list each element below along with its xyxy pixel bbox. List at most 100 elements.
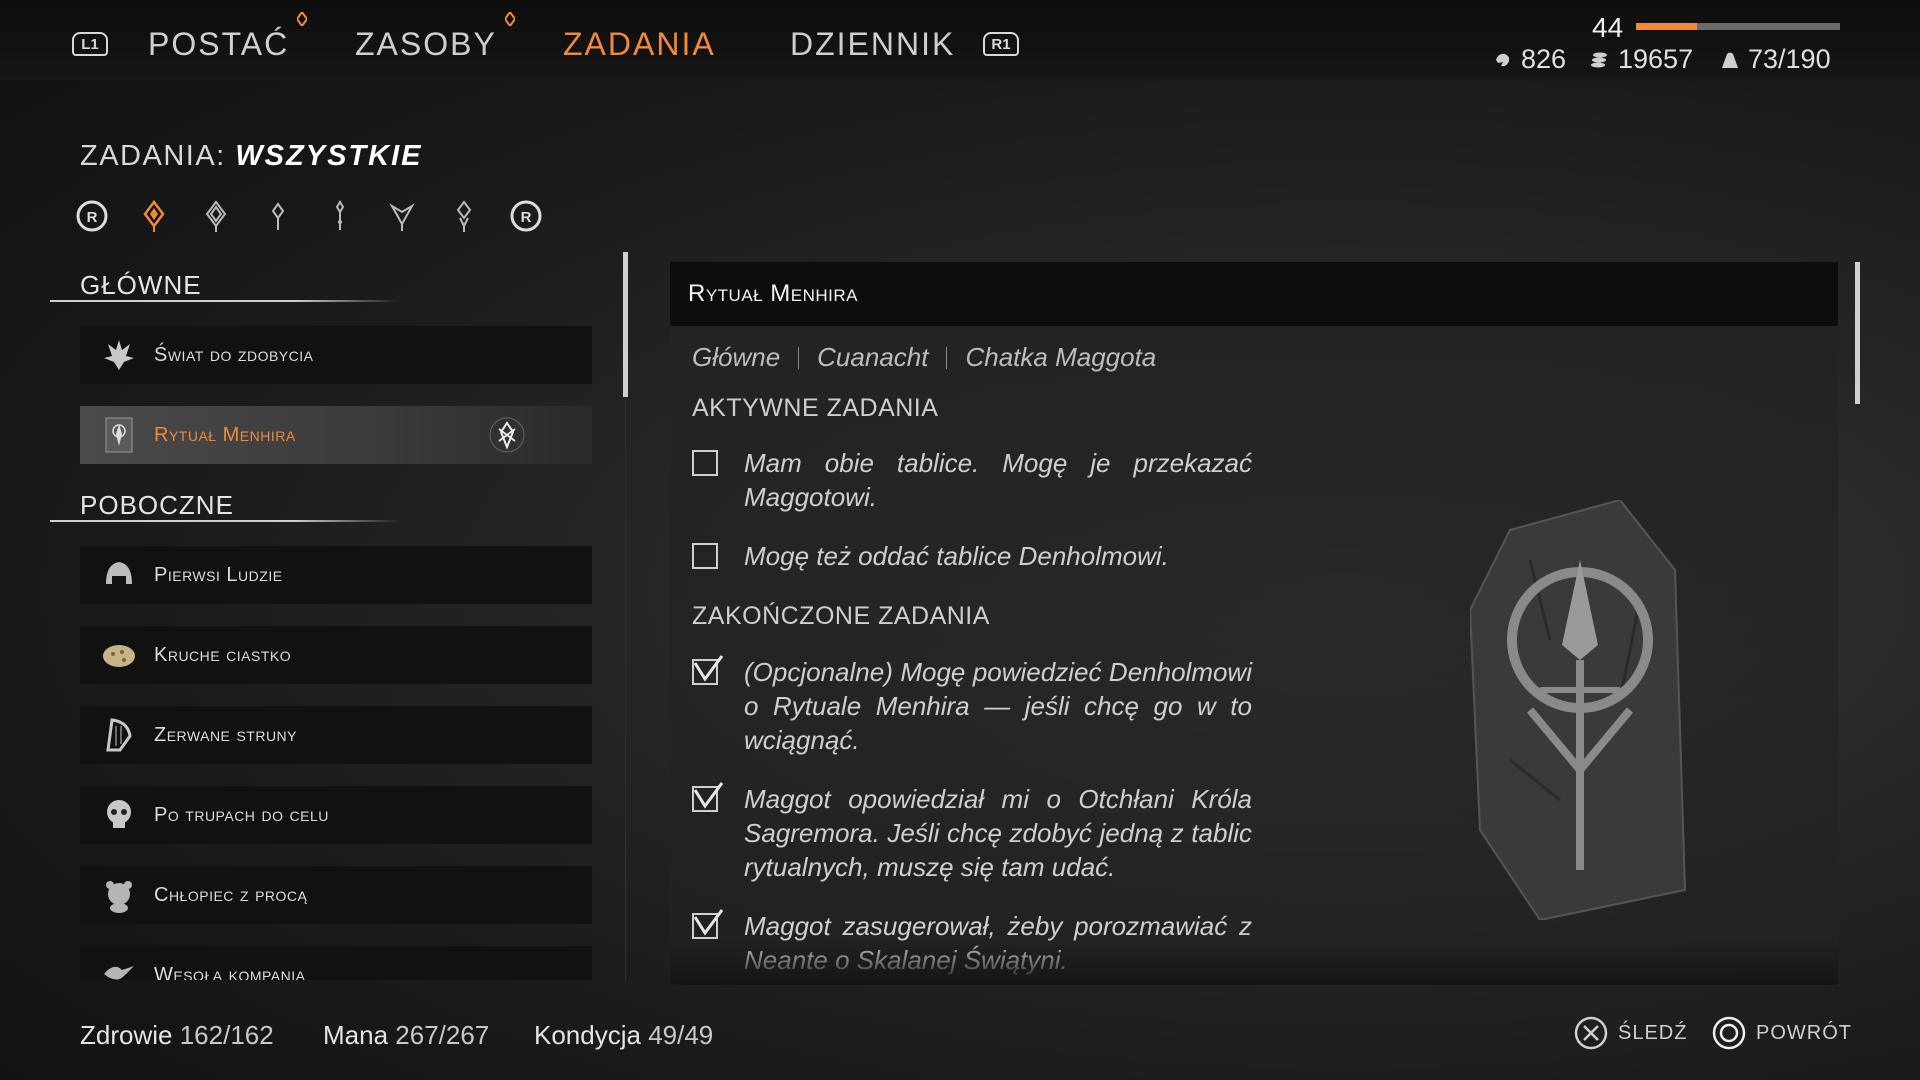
filter-next-button[interactable]: R: [506, 196, 546, 236]
rotate-left-icon: R: [76, 200, 108, 232]
quest-label: Pierwsi Ludzie: [154, 563, 283, 586]
quest-detail-scrollbar[interactable]: [1855, 262, 1860, 404]
bear-icon: [98, 874, 140, 916]
filter-contracts-icon: [335, 200, 345, 230]
task-item: Maggot opowiedział mi o Otchłani Króla S…: [692, 782, 1252, 884]
quest-label: Świat do zdobycia: [154, 343, 314, 366]
task-text: Mogę też oddać tablice Denholmowi.: [744, 541, 1169, 571]
l1-button-hint[interactable]: L1: [72, 32, 108, 56]
notification-icon: [297, 12, 308, 26]
active-tasks-header: AKTYWNE ZADANIA: [692, 394, 939, 422]
completed-tasks-header: ZAKOŃCZONE ZADANIA: [692, 602, 990, 630]
player-level: 44: [1592, 12, 1624, 43]
filter-side[interactable]: [258, 196, 298, 236]
health-value: 162/162: [179, 1020, 274, 1050]
crumb-location: Chatka Maggota: [965, 342, 1157, 372]
rotate-right-icon: R: [510, 200, 542, 232]
task-text: (Opcjonalne) Mogę powiedzieć Denholmowi …: [744, 657, 1252, 755]
quest-item[interactable]: Świat do zdobycia: [80, 326, 592, 384]
filter-prev-button[interactable]: R: [72, 196, 112, 236]
tab-dziennik-label: DZIENNIK: [790, 26, 956, 62]
quest-detail-header: Rytuał Menhira: [670, 262, 1838, 326]
helmet-icon: [98, 554, 140, 596]
task-text: Mam obie tablice. Mogę je przekazać Magg…: [744, 448, 1252, 512]
filter-main-icon: [205, 200, 227, 232]
task-item: (Opcjonalne) Mogę powiedzieć Denholmowi …: [692, 655, 1252, 757]
notification-icon: [504, 12, 515, 26]
checked-box-icon: [692, 655, 724, 685]
tab-postac[interactable]: POSTAĆ: [148, 12, 308, 63]
divider: [625, 400, 626, 980]
stat-weight-value: 73/190: [1748, 44, 1831, 74]
quest-item[interactable]: Chłopiec z procą: [80, 866, 592, 924]
back-button[interactable]: POWRÓT: [1712, 1016, 1852, 1050]
quest-label: Zerwane struny: [154, 723, 298, 746]
quest-item[interactable]: Pierwsi Ludzie: [80, 546, 592, 604]
divider: [798, 346, 800, 369]
stat-gold-value: 19657: [1618, 44, 1694, 74]
tab-zasoby[interactable]: ZASOBY: [355, 12, 515, 63]
main-quests-header: GŁÓWNE: [80, 270, 202, 300]
quest-label: Rytuał Menhira: [154, 423, 296, 446]
quests-filter-title: ZADANIA: WSZYSTKIE: [80, 140, 422, 173]
r1-button-hint[interactable]: R1: [983, 32, 1019, 56]
cookie-icon: [98, 634, 140, 676]
filter-other-icon: [456, 200, 472, 232]
weight-icon: [1722, 52, 1738, 68]
filter-hunts[interactable]: [382, 196, 422, 236]
quest-breadcrumb: Główne Cuanacht Chatka Maggota: [692, 342, 1156, 373]
quest-item-selected[interactable]: Rytuał Menhira: [80, 406, 592, 464]
divider: [50, 520, 400, 522]
filter-all[interactable]: [134, 196, 174, 236]
stat-currency-1: 826: [1493, 44, 1566, 75]
stamina-label: Kondycja: [534, 1020, 641, 1050]
tab-postac-label: POSTAĆ: [148, 26, 290, 62]
task-item: Mogę też oddać tablice Denholmowi.: [692, 539, 1252, 573]
filter-main[interactable]: [196, 196, 236, 236]
quest-item[interactable]: Zerwane struny: [80, 706, 592, 764]
crumb-type: Główne: [692, 342, 781, 372]
task-item: Mam obie tablice. Mogę je przekazać Magg…: [692, 446, 1252, 514]
r1-label: R1: [991, 35, 1011, 53]
filter-next-label: R: [521, 209, 532, 226]
track-quest-button[interactable]: ŚLEDŹ: [1574, 1016, 1687, 1050]
quest-filter-row: R R: [72, 196, 546, 236]
menhir-icon: [98, 414, 140, 456]
task-text: Maggot opowiedział mi o Otchłani Króla S…: [744, 784, 1252, 882]
unchecked-box-icon: [692, 543, 718, 569]
stat-currency-1-value: 826: [1521, 44, 1567, 74]
quest-label: Wesoła kompania: [154, 964, 306, 980]
checked-box-icon: [692, 909, 724, 939]
quest-label: Chłopiec z procą: [154, 883, 308, 906]
tab-zadania[interactable]: ZADANIA: [563, 26, 716, 63]
stamina-value: 49/49: [648, 1020, 714, 1050]
mana-stat: Mana 267/267: [323, 1020, 489, 1051]
filter-all-icon: [143, 199, 165, 232]
mana-value: 267/267: [395, 1020, 490, 1050]
quests-title-prefix: ZADANIA:: [80, 140, 226, 172]
side-quests-header: POBOCZNE: [80, 490, 234, 520]
divider: [946, 346, 948, 369]
quest-list-scrollbar[interactable]: [623, 252, 628, 397]
filter-side-icon: [271, 202, 285, 230]
filter-contracts[interactable]: [320, 196, 360, 236]
quest-label: Kruche ciastko: [154, 643, 292, 666]
quest-item[interactable]: Po trupach do celu: [80, 786, 592, 844]
list-fade: [670, 940, 1838, 985]
cross-button-icon: [1574, 1016, 1608, 1050]
coins-icon: [1591, 52, 1607, 67]
filter-other[interactable]: [444, 196, 484, 236]
filter-prev-label: R: [87, 209, 98, 226]
quest-item[interactable]: Kruche ciastko: [80, 626, 592, 684]
track-hint-label: ŚLEDŹ: [1618, 1021, 1688, 1044]
circle-button-icon: [1712, 1016, 1746, 1050]
back-hint-label: POWRÓT: [1756, 1021, 1852, 1044]
quest-detail-title: Rytuał Menhira: [688, 280, 859, 307]
menhir-stone-icon: [1470, 500, 1687, 920]
tracked-quest-icon: [489, 417, 525, 453]
xp-bar: [1636, 23, 1840, 30]
quest-item[interactable]: Wesoła kompania: [80, 946, 592, 980]
filter-hunts-icon: [389, 203, 415, 231]
skull-icon: [98, 794, 140, 836]
tab-dziennik[interactable]: DZIENNIK: [790, 26, 955, 63]
